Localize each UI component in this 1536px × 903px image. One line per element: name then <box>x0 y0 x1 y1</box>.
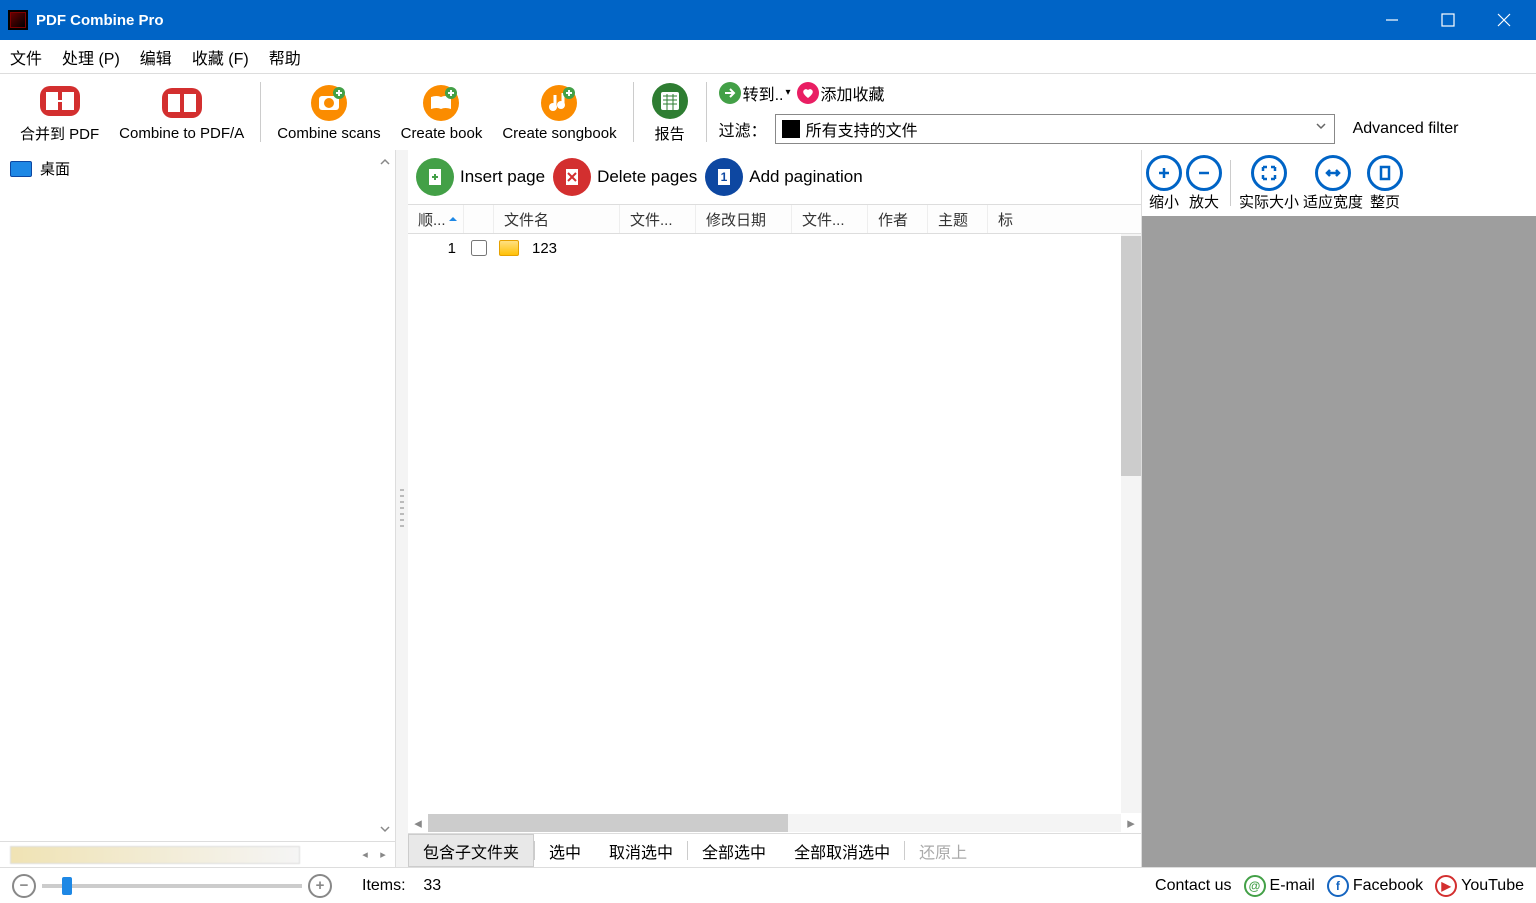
merge-to-pdf-button[interactable]: 合并到 PDF <box>10 78 109 146</box>
col-author[interactable]: 作者 <box>868 205 928 233</box>
zoom-minus-button[interactable]: − <box>12 874 36 898</box>
email-link[interactable]: @ E-mail <box>1244 875 1315 897</box>
select-all-button[interactable]: 全部选中 <box>688 834 780 867</box>
preview-panel: 缩小 放大 实际大小 适应宽度 整页 <box>1142 150 1536 867</box>
deselect-all-button[interactable]: 全部取消选中 <box>780 834 904 867</box>
facebook-icon: f <box>1327 875 1349 897</box>
table-vscrollbar[interactable] <box>1121 234 1141 813</box>
row-checkbox[interactable] <box>471 240 487 256</box>
tree-scrollbar[interactable] <box>375 150 395 841</box>
menu-favorites[interactable]: 收藏 (F) <box>192 45 249 69</box>
delete-pages-button[interactable]: Delete pages <box>553 158 697 196</box>
email-icon: @ <box>1244 875 1266 897</box>
selection-bar: 包含子文件夹 选中 取消选中 全部选中 全部取消选中 还原上 <box>408 833 1141 867</box>
select-button[interactable]: 选中 <box>535 834 595 867</box>
facebook-link[interactable]: f Facebook <box>1327 875 1423 897</box>
table-row[interactable]: 1 123 <box>408 234 1121 262</box>
pdf-icon <box>782 120 800 138</box>
folder-icon <box>499 240 519 256</box>
table-header: 顺... 文件名 文件... 修改日期 文件... 作者 主题 标 <box>408 204 1141 234</box>
youtube-link[interactable]: ▶ YouTube <box>1435 875 1524 897</box>
menu-process[interactable]: 处理 (P) <box>62 45 120 69</box>
svg-text:1: 1 <box>721 170 728 184</box>
tree-item-desktop[interactable]: 桌面 <box>10 158 365 179</box>
desktop-icon <box>10 161 32 177</box>
deselect-button[interactable]: 取消选中 <box>595 834 687 867</box>
fit-page-button[interactable]: 整页 <box>1367 155 1403 212</box>
scroll-down-icon[interactable] <box>375 817 395 841</box>
include-subfolders-toggle[interactable]: 包含子文件夹 <box>408 834 534 867</box>
zoom-out-button[interactable]: 缩小 <box>1146 155 1182 212</box>
col-order[interactable]: 顺... <box>408 205 464 233</box>
filter-select[interactable]: 所有支持的文件 <box>775 114 1335 144</box>
col-check[interactable] <box>464 205 494 233</box>
close-button[interactable] <box>1476 0 1532 40</box>
add-favorite-button[interactable]: 添加收藏 <box>797 81 885 105</box>
combine-pdfa-button[interactable]: Combine to PDF/A <box>109 78 254 146</box>
preview-area <box>1142 216 1536 867</box>
youtube-icon: ▶ <box>1435 875 1457 897</box>
restore-button[interactable]: 还原上 <box>905 834 981 867</box>
hscroll-left-icon[interactable]: ◂ <box>408 814 428 832</box>
report-button[interactable]: 报告 <box>640 78 700 146</box>
combine-scans-button[interactable]: Combine scans <box>267 78 390 146</box>
hscroll-right-icon[interactable]: ▸ <box>1121 814 1141 832</box>
titlebar: PDF Combine Pro <box>0 0 1536 40</box>
goto-button[interactable]: 转到.. ▾ <box>719 81 791 105</box>
table-hscrollbar[interactable]: ◂ ▸ <box>408 813 1141 833</box>
maximize-button[interactable] <box>1420 0 1476 40</box>
folder-tree-panel: 桌面 ◂ ▸ <box>0 150 396 867</box>
contact-us-link[interactable]: Contact us <box>1155 877 1231 895</box>
menu-help[interactable]: 帮助 <box>269 45 301 69</box>
statusbar: − + Items: 33 Contact us @ E-mail f Face… <box>0 867 1536 903</box>
minimize-button[interactable] <box>1364 0 1420 40</box>
zoom-in-button[interactable]: 放大 <box>1186 155 1222 212</box>
path-display <box>10 846 300 864</box>
scroll-up-icon[interactable] <box>375 150 395 174</box>
path-left-icon[interactable]: ◂ <box>357 847 373 863</box>
col-modified[interactable]: 修改日期 <box>696 205 792 233</box>
col-name[interactable]: 文件名 <box>494 205 620 233</box>
chevron-down-icon <box>1314 119 1328 138</box>
actual-size-button[interactable]: 实际大小 <box>1239 155 1299 212</box>
col-tag[interactable]: 标 <box>988 205 1141 233</box>
add-pagination-button[interactable]: 1 Add pagination <box>705 158 862 196</box>
menu-edit[interactable]: 编辑 <box>140 45 172 69</box>
col-subject[interactable]: 主题 <box>928 205 988 233</box>
col-file[interactable]: 文件... <box>620 205 696 233</box>
col-file2[interactable]: 文件... <box>792 205 868 233</box>
path-right-icon[interactable]: ▸ <box>375 847 391 863</box>
create-songbook-button[interactable]: Create songbook <box>492 78 626 146</box>
file-list-panel: Insert page Delete pages 1 Add paginatio… <box>408 150 1142 867</box>
filter-label: 过滤： <box>719 117 767 141</box>
advanced-filter-link[interactable]: Advanced filter <box>1353 120 1459 138</box>
create-book-button[interactable]: Create book <box>391 78 493 146</box>
tree-path-bar: ◂ ▸ <box>0 841 395 867</box>
insert-page-button[interactable]: Insert page <box>416 158 545 196</box>
app-icon <box>8 10 28 30</box>
splitter[interactable] <box>396 150 408 867</box>
zoom-plus-button[interactable]: + <box>308 874 332 898</box>
menubar: 文件 处理 (P) 编辑 收藏 (F) 帮助 <box>0 40 1536 74</box>
items-count: 33 <box>423 877 441 894</box>
app-title: PDF Combine Pro <box>36 12 164 29</box>
menu-file[interactable]: 文件 <box>10 45 42 69</box>
toolbar: 合并到 PDF Combine to PDF/A Combine scans C… <box>0 74 1536 150</box>
fit-width-button[interactable]: 适应宽度 <box>1303 155 1363 212</box>
items-label: Items: <box>362 877 406 894</box>
zoom-slider[interactable] <box>42 884 302 888</box>
